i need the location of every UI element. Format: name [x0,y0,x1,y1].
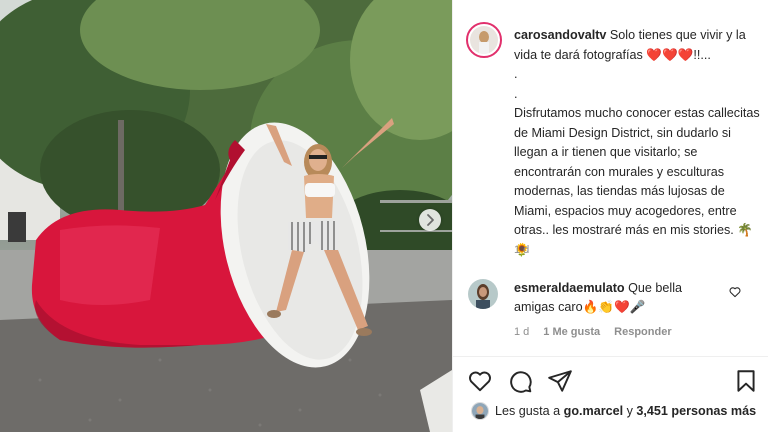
likes-prefix: Les gusta a [495,404,561,418]
commenter-username[interactable]: esmeraldaemulato [514,281,625,295]
caption-dot: . [514,86,518,101]
liker-avatar-image [472,403,488,419]
author-username[interactable]: carosandovaltv [514,28,606,42]
commenter-avatar[interactable] [468,279,498,309]
post-caption: carosandovaltv Solo tienes que vivir y l… [514,26,762,260]
post-photo[interactable] [0,0,452,432]
likes-summary: Les gusta a go.marcel y 3,451 personas m… [471,402,756,420]
comment-meta: 1 d 1 Me gusta Responder [514,326,672,338]
post-time[interactable]: 1 d [514,244,529,256]
chevron-right-icon [427,214,434,226]
heart-icon[interactable] [467,368,493,394]
comment-time[interactable]: 1 d [514,326,529,338]
next-photo-button[interactable] [419,209,441,231]
reply-button[interactable]: Responder [614,326,671,338]
liker-avatar[interactable] [471,402,489,420]
caption-body: Disfrutamos mucho conocer estas callecit… [514,106,760,257]
post-details-panel: carosandovaltv Solo tienes que vivir y l… [452,0,768,432]
like-comment-heart-icon[interactable] [728,285,742,299]
commenter-avatar-image [468,279,498,309]
action-bar [467,368,573,396]
avatar-image [470,26,498,54]
photo-scene [0,0,452,432]
author-avatar-ring[interactable] [466,22,502,58]
comment-icon[interactable] [507,368,533,394]
liker-username[interactable]: go.marcel [564,404,624,418]
caption-dot: . [514,67,518,81]
author-avatar [470,26,498,54]
likes-count[interactable]: 3,451 personas más [636,404,756,418]
actions-divider [453,356,768,357]
likes-middle: y [626,404,633,418]
bookmark-icon[interactable] [733,368,759,394]
comment-text: esmeraldaemulato Que bella amigas caro🔥👏… [514,279,724,317]
share-icon[interactable] [547,368,573,394]
comment-likes[interactable]: 1 Me gusta [543,326,600,338]
